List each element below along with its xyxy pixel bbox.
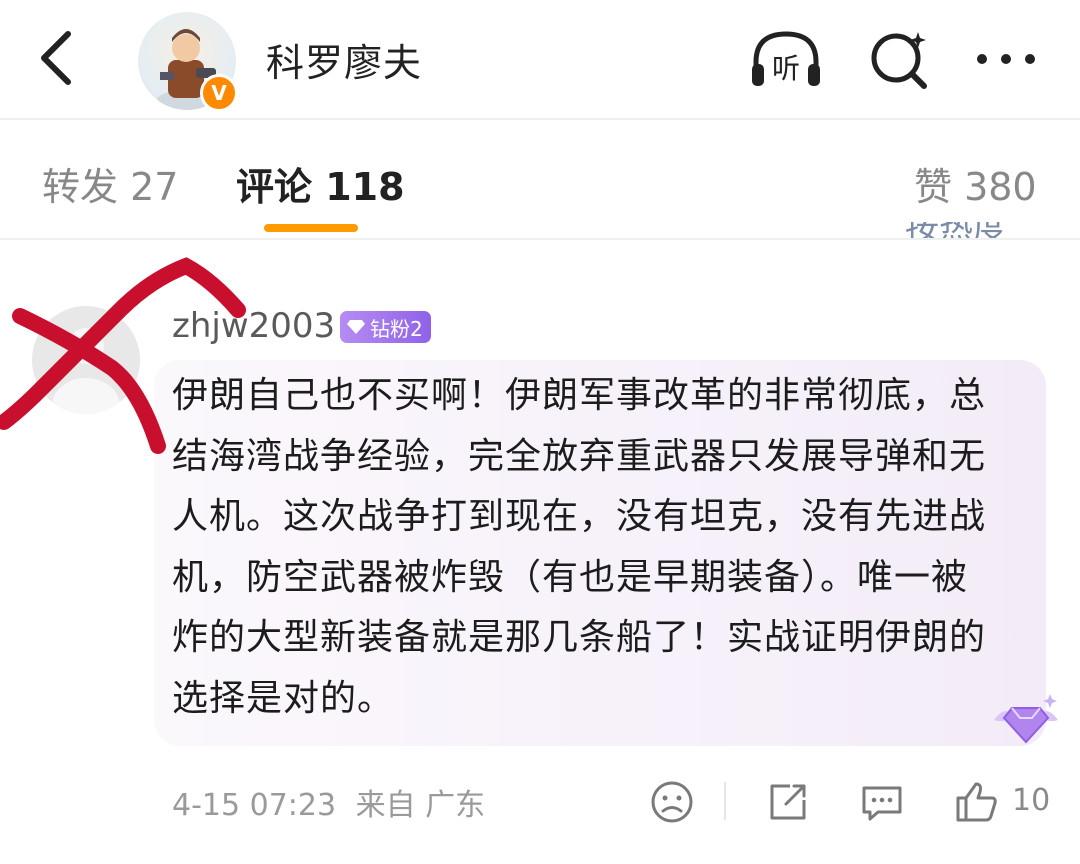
listen-icon[interactable]: 听 (748, 26, 824, 92)
commenter-avatar[interactable] (32, 306, 140, 414)
tab-reposts[interactable]: 转发 27 (42, 156, 178, 211)
action-separator (724, 782, 726, 820)
back-icon[interactable] (30, 28, 86, 88)
verified-badge: V (200, 74, 238, 112)
top-bar: V 科罗廖夫 听 (0, 0, 1080, 118)
commenter-username[interactable]: zhjw2003 (172, 306, 335, 346)
active-tab-indicator (264, 224, 358, 232)
comment-location: 来自 广东 (355, 788, 486, 823)
tab-likes[interactable]: 赞 380 (914, 156, 1037, 211)
fan-badge-label: 钻粉2 (370, 316, 423, 341)
reply-comment-icon[interactable] (858, 778, 906, 826)
diamond-icon (347, 320, 365, 334)
page-title: 科罗廖夫 (266, 41, 423, 85)
diamond-gem-icon (994, 694, 1058, 744)
listen-icon-label: 听 (772, 52, 800, 85)
like-thumb-icon[interactable] (952, 778, 1000, 826)
tab-comments[interactable]: 评论 118 (236, 156, 405, 211)
comment-meta: 4-15 07:23 来自 广东 (172, 780, 485, 824)
more-icon[interactable] (968, 26, 1044, 92)
comment-text: 伊朗自己也不买啊！伊朗军事改革的非常彻底，总结海湾战争经验，完全放弃重武器只发展… (172, 375, 987, 719)
tab-bar: 转发 27 评论 118 赞 380 (0, 120, 1080, 238)
share-icon[interactable] (764, 778, 812, 826)
tabs-divider (0, 238, 1080, 240)
dislike-face-icon[interactable] (648, 778, 696, 826)
like-count: 10 (1012, 783, 1051, 818)
fan-badge: 钻粉2 (340, 311, 431, 343)
search-icon[interactable] (862, 26, 938, 92)
comment-timestamp: 4-15 07:23 (172, 788, 337, 823)
